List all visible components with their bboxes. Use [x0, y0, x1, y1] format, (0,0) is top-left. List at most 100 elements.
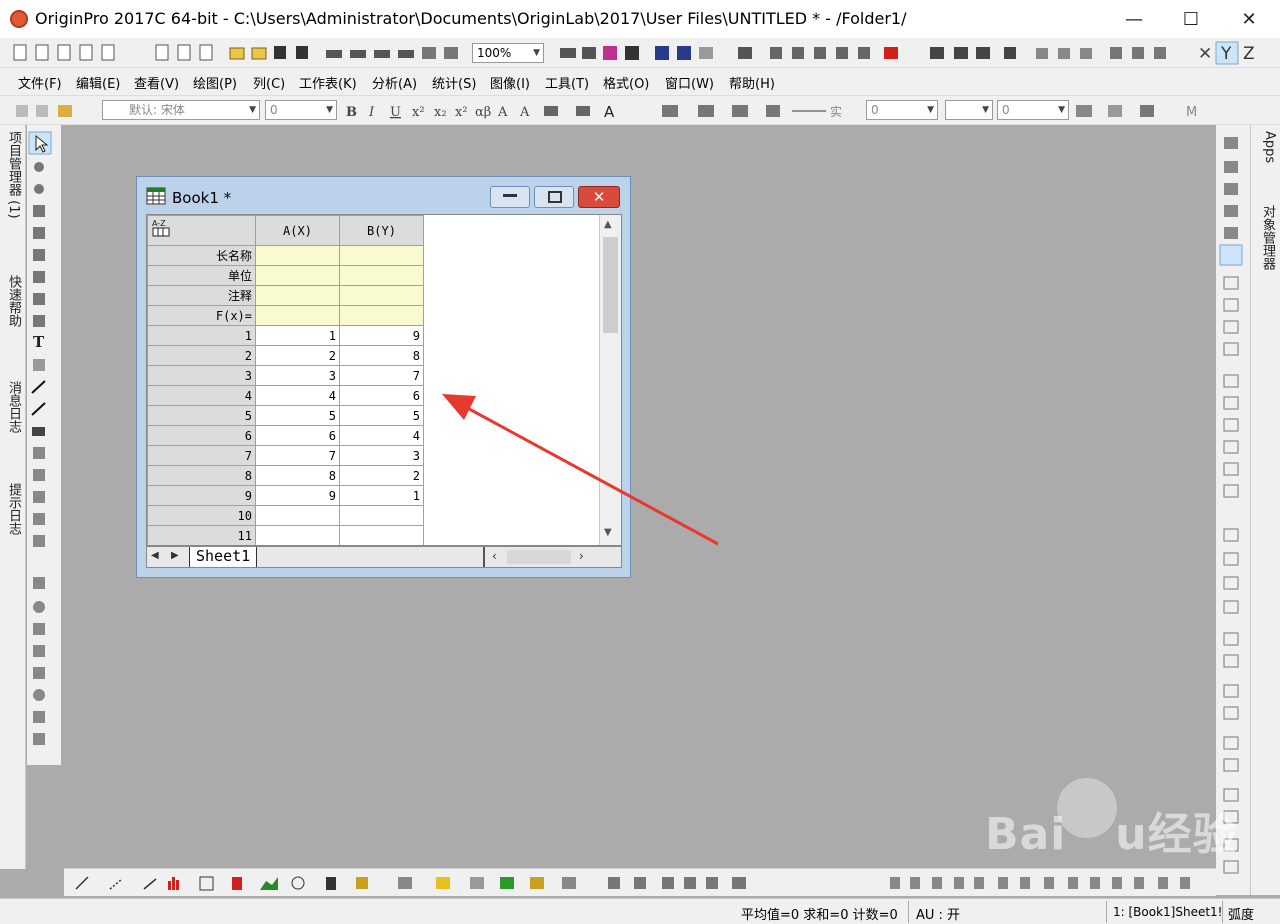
cell[interactable]: 2 [339, 465, 424, 486]
menu-view[interactable]: 查看(V) [134, 73, 179, 92]
cell[interactable] [255, 285, 340, 306]
tools-toolbar: T [27, 125, 61, 765]
cell[interactable]: 7 [339, 365, 424, 386]
row-number[interactable]: 1 [147, 325, 256, 346]
menu-file[interactable]: 文件(F) [18, 73, 62, 92]
maximize-button[interactable]: ☐ [1162, 0, 1220, 38]
zoom-combo[interactable]: 100% ▼ [472, 43, 544, 63]
close-button[interactable]: ✕ [1220, 0, 1278, 38]
svg-text:Y: Y [1220, 44, 1232, 64]
cell[interactable]: 6 [255, 425, 340, 446]
cell[interactable] [255, 525, 340, 545]
sheet-tab-sheet1[interactable]: Sheet1 [189, 547, 258, 567]
menu-format[interactable]: 格式(O) [603, 73, 649, 92]
workbook-maximize-button[interactable] [534, 186, 574, 208]
cell[interactable] [339, 285, 424, 306]
menu-statistics[interactable]: 统计(S) [432, 73, 476, 92]
cell[interactable] [255, 245, 340, 266]
cell[interactable] [255, 505, 340, 526]
cell[interactable]: 4 [339, 425, 424, 446]
row-number[interactable]: 11 [147, 525, 256, 545]
cell[interactable]: 6 [339, 385, 424, 406]
workbook-minimize-button[interactable] [490, 186, 530, 208]
tools-icons[interactable]: T [27, 125, 61, 765]
tab-quick-help[interactable]: 快速帮助 [3, 275, 23, 327]
row-number[interactable]: 6 [147, 425, 256, 446]
cell[interactable] [339, 245, 424, 266]
cell[interactable]: 5 [255, 405, 340, 426]
cell[interactable]: 3 [255, 365, 340, 386]
menu-edit[interactable]: 编辑(E) [76, 73, 120, 92]
svg-text:A: A [604, 103, 615, 121]
font-size-combo[interactable]: 0 ▼ [265, 100, 337, 120]
right-layout-toolbar [1216, 125, 1250, 895]
cell[interactable] [255, 305, 340, 326]
cell[interactable]: 9 [255, 485, 340, 506]
menu-tools[interactable]: 工具(T) [545, 73, 589, 92]
minimize-button[interactable]: — [1105, 0, 1163, 38]
column-header-a[interactable]: A(X) [255, 215, 340, 246]
graph-toolbar-icons[interactable] [64, 869, 1216, 897]
row-number[interactable]: 5 [147, 405, 256, 426]
font-size-value: 0 [270, 103, 278, 117]
row-number[interactable]: 10 [147, 505, 256, 526]
cell[interactable] [339, 305, 424, 326]
workbook-title: Book1 * [172, 189, 232, 207]
cell[interactable]: 7 [255, 445, 340, 466]
origin-app-icon [10, 10, 28, 28]
sort-corner-icon[interactable]: A-Z [147, 215, 256, 246]
line-style-label: 实 [830, 105, 843, 119]
column-header-b[interactable]: B(Y) [339, 215, 424, 246]
cell[interactable]: 3 [339, 445, 424, 466]
line-width-combo[interactable]: 0 ▼ [866, 100, 938, 120]
row-number[interactable]: 8 [147, 465, 256, 486]
tab-hint-log[interactable]: 提示日志 [3, 483, 23, 535]
cell[interactable]: 1 [339, 485, 424, 506]
cell[interactable] [339, 265, 424, 286]
sheet-next-icon[interactable]: ▶ [171, 550, 179, 561]
cell[interactable]: 2 [255, 345, 340, 366]
menu-image[interactable]: 图像(I) [490, 73, 530, 92]
status-autoupdate: AU : 开 [916, 908, 961, 923]
cell[interactable]: 4 [255, 385, 340, 406]
row-number[interactable]: 2 [147, 345, 256, 366]
meta-row-label: 长名称 [147, 245, 256, 266]
row-number[interactable]: 3 [147, 365, 256, 386]
tab-object-manager[interactable]: 对象管理器 [1257, 205, 1277, 270]
menu-window[interactable]: 窗口(W) [665, 73, 714, 92]
cell[interactable]: 8 [255, 465, 340, 486]
svg-text:x²: x² [412, 105, 425, 120]
menu-worksheet[interactable]: 工作表(K) [299, 73, 357, 92]
cell[interactable]: 9 [339, 325, 424, 346]
row-number[interactable]: 4 [147, 385, 256, 406]
menu-analysis[interactable]: 分析(A) [372, 73, 417, 92]
size-combo[interactable]: 0 ▼ [997, 100, 1069, 120]
right-toolbar-icons[interactable] [1216, 125, 1250, 895]
fill-combo[interactable]: ▼ [945, 100, 993, 120]
line-width-value: 0 [871, 103, 879, 117]
tab-project-explorer[interactable]: 项目管理器 (1) [3, 131, 23, 219]
status-active-window: 1: [Book1]Sheet1! [1113, 905, 1223, 919]
menu-column[interactable]: 列(C) [253, 73, 285, 92]
format-toolbar: T B I U x²x₂x² αβAA A M 默认: 宋体▼ 0▼ 实 0▼ … [0, 95, 1280, 125]
row-number[interactable]: 7 [147, 445, 256, 466]
cell[interactable]: 8 [339, 345, 424, 366]
cell[interactable] [255, 265, 340, 286]
workbook-close-button[interactable]: ✕ [578, 186, 620, 208]
row-number[interactable]: 9 [147, 485, 256, 506]
scroll-up-icon[interactable]: ▲ [604, 219, 612, 230]
menu-plot[interactable]: 绘图(P) [193, 73, 237, 92]
cell[interactable]: 1 [255, 325, 340, 346]
tab-message-log[interactable]: 消息日志 [3, 381, 23, 433]
menu-help[interactable]: 帮助(H) [729, 73, 775, 92]
maximize-icon [548, 191, 562, 203]
scroll-thumb[interactable] [603, 237, 618, 333]
font-combo[interactable]: 默认: 宋体 ▼ [102, 100, 260, 120]
sheet-prev-icon[interactable]: ◀ [151, 550, 159, 561]
cell[interactable]: 5 [339, 405, 424, 426]
cell[interactable] [339, 525, 424, 545]
cell[interactable] [339, 505, 424, 526]
workbook-icon [146, 187, 166, 205]
standard-toolbar-icons[interactable]: ✕ Y Z [0, 38, 1280, 68]
tab-apps[interactable]: Apps [1257, 131, 1277, 163]
